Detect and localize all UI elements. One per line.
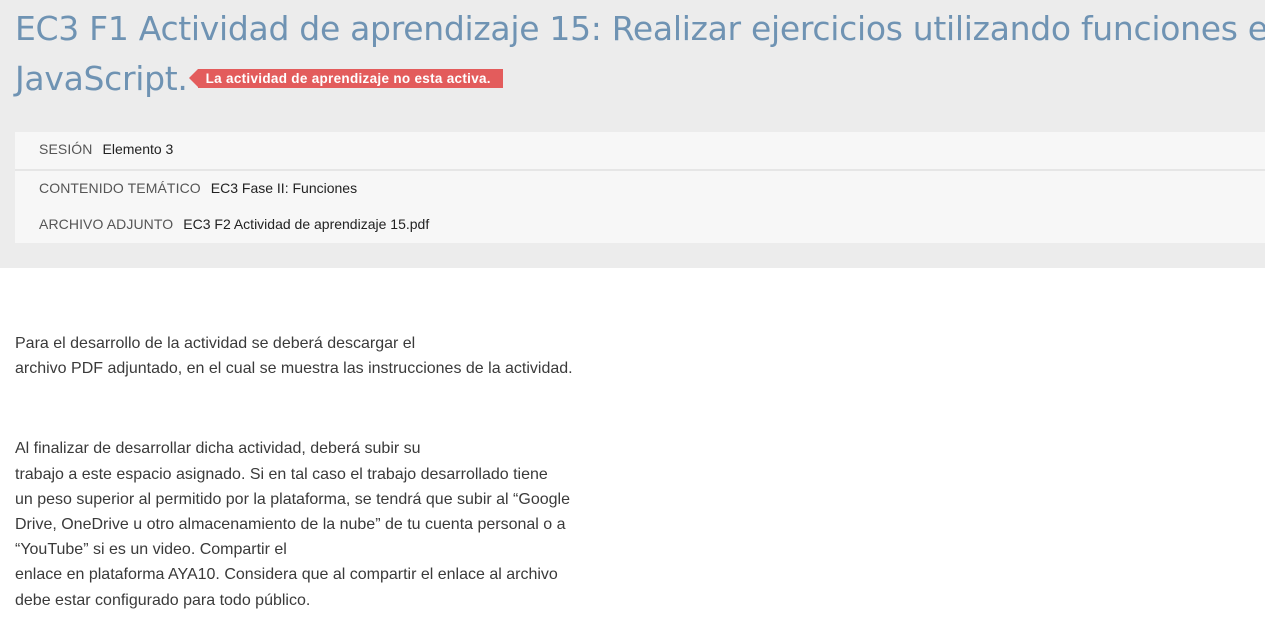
- paragraph-2-line: Drive, OneDrive u otro almacenamiento de…: [15, 516, 566, 534]
- session-value: Elemento 3: [102, 141, 174, 157]
- title-line-1: EC3 F1 Actividad de aprendizaje 15: Real…: [15, 9, 1265, 48]
- topic-value: EC3 Fase II: Funciones: [210, 180, 358, 196]
- status-badge: La actividad de aprendizaje no esta acti…: [188, 69, 503, 88]
- paragraph-2-line: enlace en plataforma AYA10. Considera qu…: [15, 566, 558, 584]
- paragraph-2-line: “YouTube” si es un video. Compartir el: [15, 541, 287, 559]
- attachment-row: ARCHIVO ADJUNTO EC3 F2 Actividad de apren…: [39, 216, 429, 232]
- instructions: Para el desarrollo de la actividad se de…: [15, 331, 635, 613]
- title-line-2: JavaScript. La actividad de aprendizaje n…: [15, 54, 1265, 104]
- attachment-label: ARCHIVO ADJUNTO: [39, 216, 174, 232]
- activity-header: EC3 F1 Actividad de aprendizaje 15: Real…: [0, 0, 1265, 268]
- paragraph-2-line: debe estar configurado para todo público…: [15, 591, 311, 609]
- page-title: EC3 F1 Actividad de aprendizaje 15: Real…: [15, 4, 1265, 104]
- paragraph-1-line: archivo PDF adjuntado, en el cual se mue…: [15, 360, 573, 378]
- paragraph-1-line: Para el desarrollo de la actividad se de…: [15, 335, 416, 352]
- paragraph-2-line: trabajo a este espacio asignado. Si en t…: [15, 465, 548, 483]
- session-label: SESIÓN: [39, 141, 93, 157]
- title-line-2-text: JavaScript.: [15, 59, 188, 98]
- session-row: SESIÓN Elemento 3: [39, 141, 173, 157]
- paragraph-2-line: un peso superior al permitido por la pla…: [15, 490, 570, 508]
- topic-row: CONTENIDO TEMÁTICO EC3 Fase II: Funciones: [39, 180, 357, 196]
- info-panel: SESIÓN Elemento 3 CONTENIDO TEMÁTICO EC3 F…: [15, 132, 1265, 243]
- instructions-paragraph-1: Para el desarrollo de la actividad se de…: [15, 331, 635, 381]
- topic-label: CONTENIDO TEMÁTICO: [39, 180, 201, 196]
- paragraph-2-line: Al finalizar de desarrollar dicha activi…: [15, 440, 421, 458]
- attachment-link[interactable]: EC3 F2 Actividad de aprendizaje 15.pdf: [183, 216, 429, 232]
- instructions-paragraph-2: Al finalizar de desarrollar dicha activi…: [15, 436, 635, 612]
- info-divider: [15, 169, 1265, 171]
